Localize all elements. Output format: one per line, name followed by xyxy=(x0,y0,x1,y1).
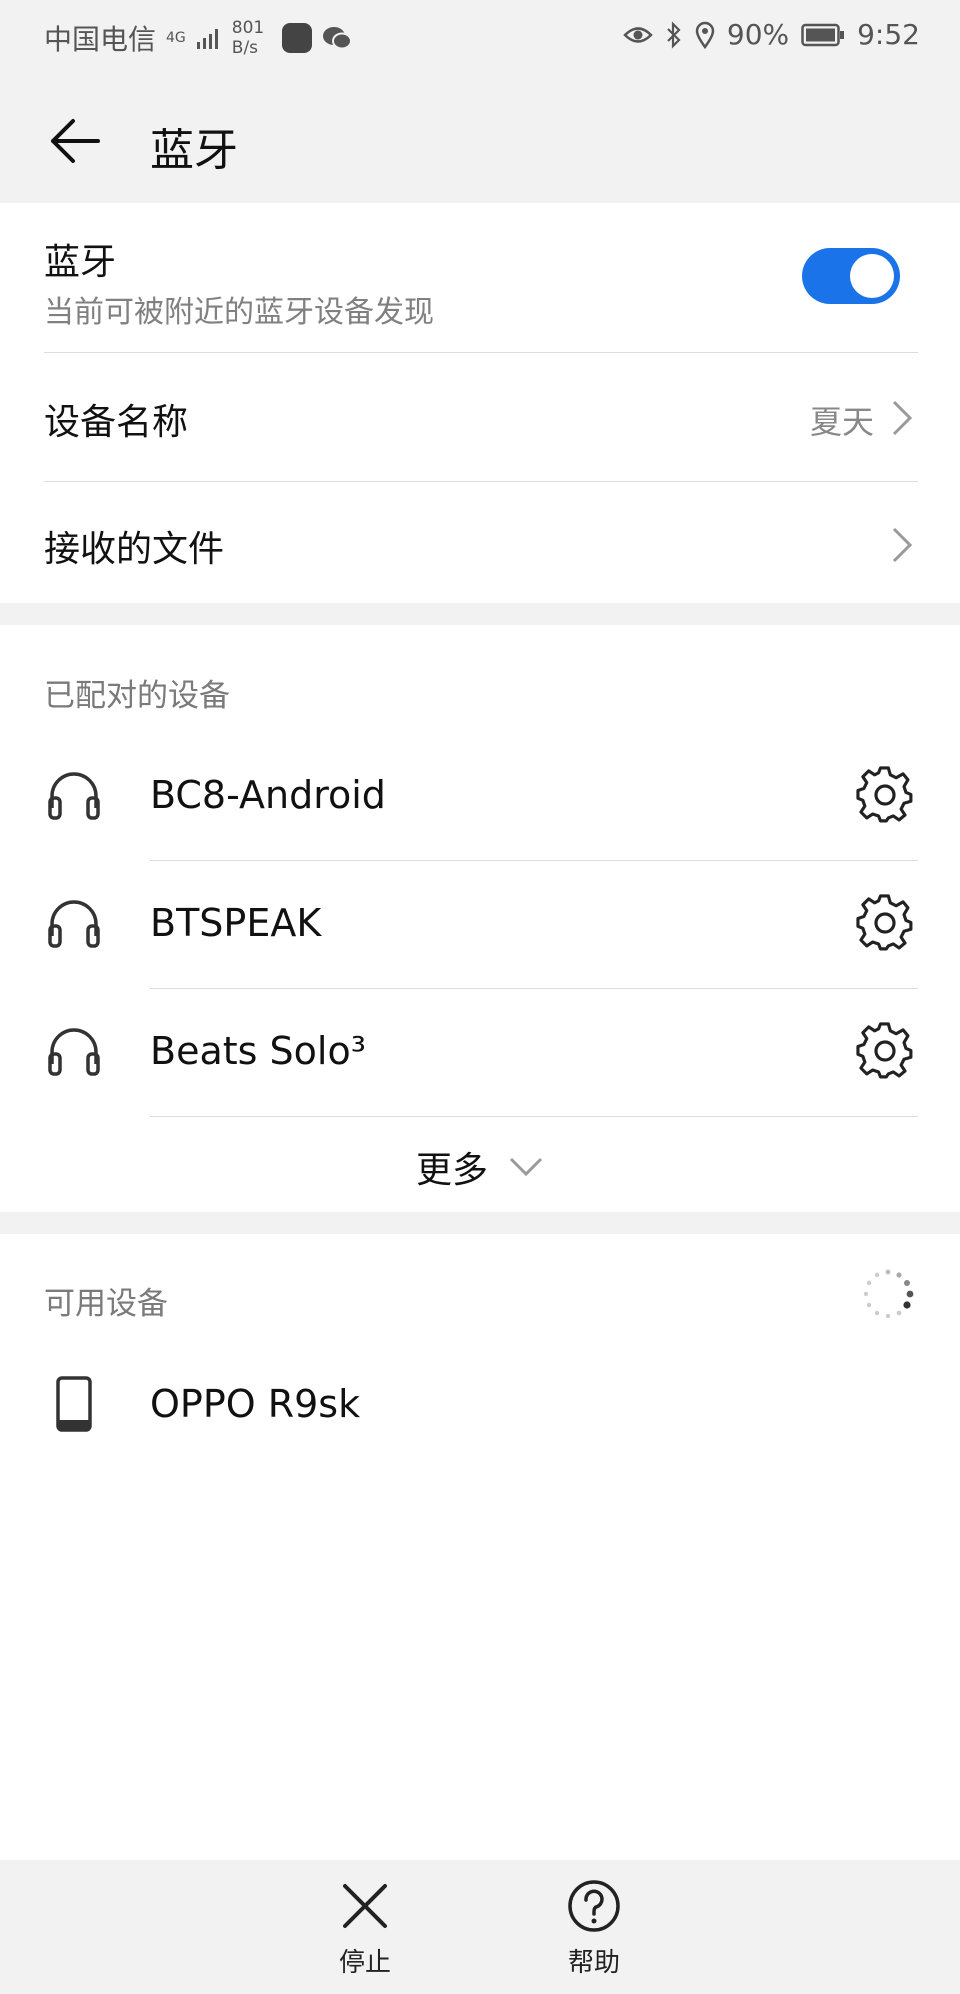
headphones-icon xyxy=(48,900,100,948)
help-button[interactable]: 帮助 xyxy=(534,1878,654,1988)
bluetooth-toggle[interactable] xyxy=(802,248,900,304)
help-label: 帮助 xyxy=(567,1948,620,1978)
page-title: 蓝牙 xyxy=(150,125,238,176)
available-device-name: OPPO R9sk xyxy=(150,1382,361,1426)
paired-device-name: BC8-Android xyxy=(150,773,386,817)
status-bar: 中国电信 4G 801 B/s 90% 9:52 xyxy=(0,0,960,78)
app-notification-icon xyxy=(281,23,312,53)
close-icon xyxy=(343,1884,387,1928)
bluetooth-subtitle: 当前可被附近的蓝牙设备发现 xyxy=(44,295,434,330)
signal-icon xyxy=(196,29,218,49)
device-name-value: 夏天 xyxy=(809,403,874,441)
available-devices-header: 可用设备 xyxy=(44,1286,168,1322)
bluetooth-label: 蓝牙 xyxy=(44,242,117,283)
eye-comfort-icon xyxy=(623,26,653,43)
device-name-row[interactable]: 设备名称 夏天 xyxy=(0,353,960,481)
paired-device-row[interactable]: BTSPEAK xyxy=(0,861,960,988)
paired-device-name: Beats Solo³ xyxy=(150,1029,366,1073)
chevron-down-icon xyxy=(509,1157,543,1177)
section-separator xyxy=(0,1212,960,1234)
more-label: 更多 xyxy=(415,1150,488,1191)
received-files-label: 接收的文件 xyxy=(44,529,225,570)
divider xyxy=(150,1116,918,1117)
status-right: 90% 9:52 xyxy=(623,18,920,51)
chevron-right-icon xyxy=(892,400,913,436)
help-icon xyxy=(568,1880,620,1932)
battery-icon xyxy=(801,23,845,46)
wechat-icon xyxy=(322,27,352,50)
received-files-row[interactable]: 接收的文件 xyxy=(0,482,960,603)
location-icon xyxy=(695,21,715,49)
network-speed: 801 B/s xyxy=(232,18,272,58)
paired-device-row[interactable]: Beats Solo³ xyxy=(0,989,960,1116)
gear-icon[interactable] xyxy=(856,1022,914,1080)
back-arrow-icon xyxy=(51,119,100,163)
loading-spinner-icon xyxy=(863,1269,914,1319)
bottom-action-bar: 停止 帮助 xyxy=(0,1860,960,1994)
network-type: 4G xyxy=(166,30,186,46)
more-button[interactable]: 更多 xyxy=(0,1142,960,1192)
carrier-label: 中国电信 xyxy=(44,23,157,56)
battery-percent: 90% xyxy=(726,18,790,51)
speed-unit: B/s xyxy=(231,38,259,58)
paired-device-name: BTSPEAK xyxy=(150,901,322,945)
phone-icon xyxy=(56,1376,92,1432)
toggle-knob xyxy=(850,254,894,298)
gear-icon[interactable] xyxy=(856,766,914,824)
available-device-row[interactable]: OPPO R9sk xyxy=(0,1340,960,1470)
headphones-icon xyxy=(48,772,100,820)
paired-devices-header: 已配对的设备 xyxy=(44,678,230,714)
clock: 9:52 xyxy=(857,18,920,51)
gear-icon[interactable] xyxy=(856,894,914,952)
stop-button[interactable]: 停止 xyxy=(305,1878,425,1988)
section-separator xyxy=(0,603,960,625)
headphones-icon xyxy=(48,1028,100,1076)
stop-label: 停止 xyxy=(338,1948,391,1978)
bluetooth-status-icon xyxy=(667,20,681,49)
chevron-right-icon xyxy=(892,527,913,563)
app-bar: 蓝牙 xyxy=(0,78,960,203)
back-button[interactable] xyxy=(40,106,110,176)
device-name-label: 设备名称 xyxy=(44,402,189,443)
paired-device-row[interactable]: BC8-Android xyxy=(0,733,960,860)
speed-value: 801 xyxy=(231,18,265,38)
status-left: 中国电信 4G 801 B/s xyxy=(44,18,352,58)
